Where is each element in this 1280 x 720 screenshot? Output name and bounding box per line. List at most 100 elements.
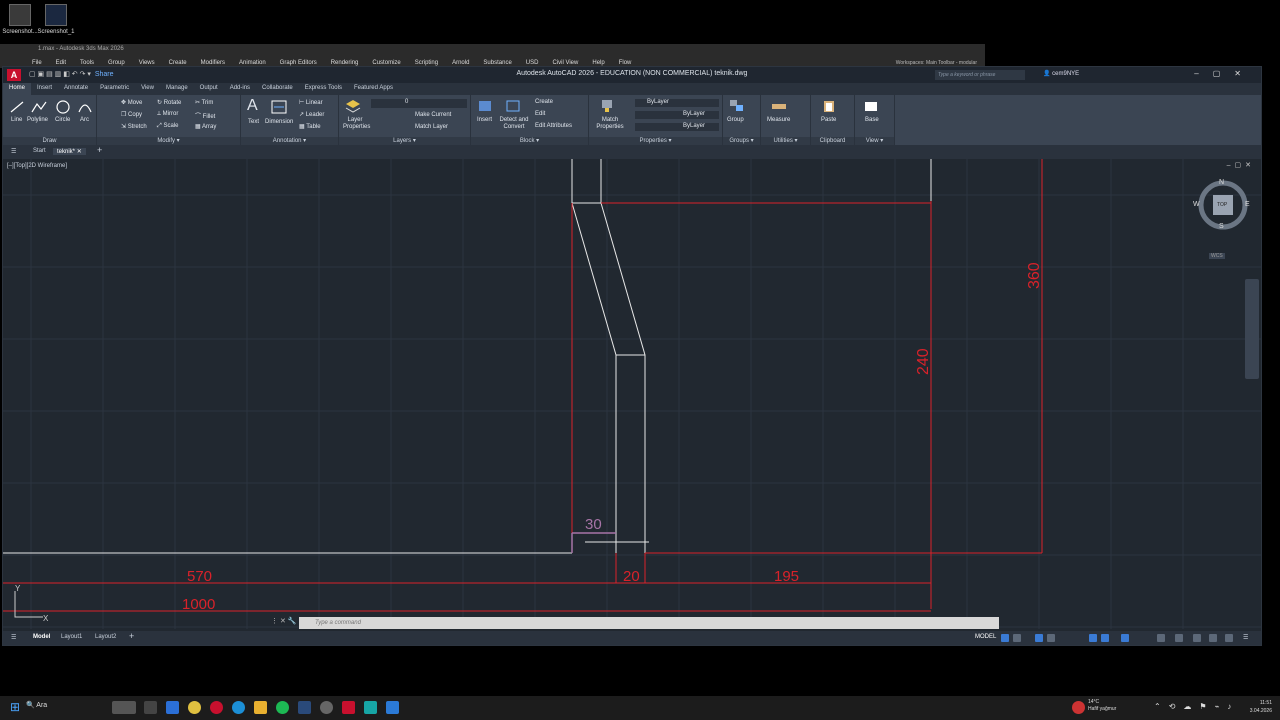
- create-block-button[interactable]: Create: [535, 99, 553, 105]
- layer-properties-button[interactable]: Layer Properties: [343, 117, 370, 131]
- dimension-text-1000[interactable]: 1000: [182, 596, 215, 613]
- polyline-button[interactable]: Polyline: [27, 117, 48, 123]
- mirror-button[interactable]: ⟂ Mirror: [157, 111, 178, 118]
- tab-model[interactable]: Model: [33, 634, 50, 640]
- drawing-canvas[interactable]: 360 240 30 570 20 195 1000 Y X: [3, 159, 1261, 629]
- user-account[interactable]: 👤 cem9NYE: [1043, 70, 1079, 77]
- fullscreen-icon[interactable]: [1225, 634, 1233, 642]
- panel-title[interactable]: Groups ▾: [723, 137, 760, 145]
- desktop-file-icon[interactable]: Screenshot_1: [36, 4, 76, 35]
- desktop-file-icon[interactable]: Screenshot...: [0, 4, 40, 35]
- task-view-icon[interactable]: [144, 701, 157, 714]
- compass-west[interactable]: W: [1193, 201, 1200, 208]
- trim-button[interactable]: ✂ Trim: [195, 99, 213, 106]
- weather-widget[interactable]: 14°C Hafif yağmur: [1088, 699, 1116, 713]
- dimension-text-20[interactable]: 20: [623, 568, 640, 585]
- settings-icon[interactable]: [320, 701, 333, 714]
- measure-icon[interactable]: [771, 99, 787, 113]
- edge-icon[interactable]: [232, 701, 245, 714]
- panel-title[interactable]: Annotation ▾: [241, 137, 338, 145]
- panel-title[interactable]: Utilities ▾: [761, 137, 810, 145]
- rotate-button[interactable]: ↻ Rotate: [157, 99, 181, 106]
- array-button[interactable]: ▦ Array: [195, 123, 216, 130]
- window-controls[interactable]: –▢✕: [1194, 69, 1255, 78]
- leader-button[interactable]: ↗ Leader: [299, 111, 324, 118]
- tab-insert[interactable]: Insert: [31, 83, 58, 95]
- edit-block-button[interactable]: Edit: [535, 111, 545, 117]
- ortho-toggle-icon[interactable]: [1035, 634, 1043, 642]
- tab-layout2[interactable]: Layout2: [95, 634, 116, 640]
- layer-properties-icon[interactable]: [345, 99, 361, 113]
- group-icon[interactable]: [729, 99, 745, 113]
- linetype-dropdown[interactable]: ByLayer: [635, 111, 719, 119]
- customize-menu-icon[interactable]: ☰: [1243, 634, 1248, 641]
- dimension-icon[interactable]: [271, 100, 287, 114]
- table-button[interactable]: ▦ Table: [299, 123, 321, 130]
- slanted-profile-line[interactable]: [600, 202, 646, 553]
- search-input[interactable]: Type a keyword or phrase: [935, 70, 1025, 80]
- polyline-icon[interactable]: [31, 100, 47, 114]
- file-explorer-icon[interactable]: [254, 701, 267, 714]
- add-tab-icon[interactable]: +: [97, 145, 102, 155]
- stretch-button[interactable]: ⇲ Stretch: [121, 123, 147, 130]
- dimension-text-195[interactable]: 195: [774, 568, 799, 585]
- circle-icon[interactable]: [55, 100, 71, 114]
- dimension-button[interactable]: Dimension: [265, 119, 293, 125]
- tab-home[interactable]: Home: [3, 83, 32, 95]
- opera-icon[interactable]: [210, 701, 223, 714]
- app-icon[interactable]: [166, 701, 179, 714]
- arc-button[interactable]: Arc: [80, 117, 89, 123]
- text-icon[interactable]: A: [247, 97, 258, 115]
- measure-button[interactable]: Measure: [767, 117, 790, 123]
- layer-dropdown[interactable]: 0: [371, 99, 467, 108]
- line-button[interactable]: Line: [11, 117, 22, 123]
- paste-icon[interactable]: [821, 99, 837, 113]
- grid-toggle-icon[interactable]: [1001, 634, 1009, 642]
- steam-icon[interactable]: [298, 701, 311, 714]
- widget-icon[interactable]: [112, 701, 136, 714]
- tab-layout1[interactable]: Layout1: [61, 634, 82, 640]
- viewcube-top-face[interactable]: TOP: [1217, 202, 1227, 208]
- tab-output[interactable]: Output: [194, 83, 224, 95]
- chrome-icon[interactable]: [188, 701, 201, 714]
- tab-drawing-teknik[interactable]: teknik* ✕: [53, 148, 86, 155]
- scale-button[interactable]: ⤢ Scale: [157, 123, 178, 130]
- snap-toggle-icon[interactable]: [1013, 634, 1021, 642]
- insert-button[interactable]: Insert: [477, 117, 492, 123]
- system-tray-icons[interactable]: ⌃⟲☁⚑⌁♪: [1154, 702, 1239, 711]
- linear-button[interactable]: ⊢ Linear: [299, 99, 323, 106]
- spotify-icon[interactable]: [276, 701, 289, 714]
- close-icon[interactable]: ✕: [77, 149, 82, 155]
- color-dropdown[interactable]: ByLayer: [635, 99, 719, 107]
- autocad-taskbar-icon[interactable]: [342, 701, 355, 714]
- panel-title[interactable]: Block ▾: [471, 137, 588, 145]
- insert-icon[interactable]: [477, 99, 493, 113]
- panel-title[interactable]: Modify ▾: [97, 137, 240, 145]
- make-current-button[interactable]: Make Current: [415, 112, 451, 118]
- 3dsmax-window[interactable]: 1.max - Autodesk 3ds Max 2026 File Edit …: [0, 44, 985, 68]
- panel-title[interactable]: Layers ▾: [339, 137, 470, 145]
- move-button[interactable]: ✥ Move: [121, 99, 142, 106]
- panel-title[interactable]: View ▾: [855, 137, 894, 145]
- model-space-button[interactable]: MODEL: [975, 634, 996, 640]
- workspace-gear-icon[interactable]: [1157, 634, 1165, 642]
- layout-menu-icon[interactable]: ☰: [11, 634, 16, 641]
- viewcube[interactable]: N S E W TOP: [1193, 175, 1253, 235]
- panel-title[interactable]: Clipboard: [811, 137, 854, 145]
- viewport-controls-label[interactable]: [–][Top][2D Wireframe]: [7, 163, 67, 169]
- tab-manage[interactable]: Manage: [160, 83, 194, 95]
- command-line-icons[interactable]: ⋮ ✕ 🔧: [271, 617, 296, 625]
- add-layout-icon[interactable]: +: [129, 631, 134, 641]
- arc-icon[interactable]: [77, 100, 93, 114]
- detect-convert-icon[interactable]: [505, 99, 521, 113]
- selected-dimension[interactable]: [571, 532, 616, 553]
- fillet-button[interactable]: ⌒ Fillet: [195, 111, 215, 120]
- tab-collaborate[interactable]: Collaborate: [256, 83, 299, 95]
- units-icon[interactable]: [1193, 634, 1201, 642]
- compass-east[interactable]: E: [1245, 201, 1250, 208]
- clock[interactable]: 11:51 3.04.2026: [1240, 699, 1272, 715]
- panel-title[interactable]: Properties ▾: [589, 137, 722, 145]
- slanted-profile-line[interactable]: [571, 202, 617, 553]
- match-properties-icon[interactable]: [599, 99, 615, 113]
- line-icon[interactable]: [9, 100, 25, 114]
